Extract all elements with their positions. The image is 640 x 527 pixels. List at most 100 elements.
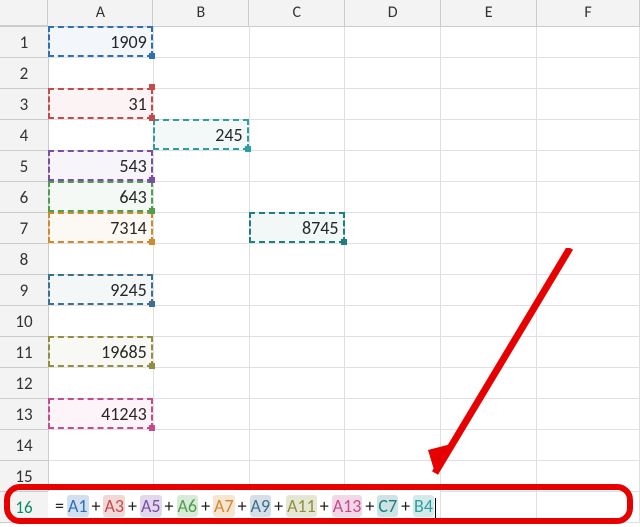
cell-D13[interactable] [345,399,441,430]
cell-B10[interactable] [154,306,250,337]
column-header-F[interactable]: F [537,0,640,26]
cell-B5[interactable] [154,151,250,182]
row-header-7[interactable]: 7 [0,213,49,244]
cell-D14[interactable] [345,430,441,461]
cell-C3[interactable] [250,89,346,120]
cell-A5[interactable]: 543 [49,151,154,182]
cell-E5[interactable] [441,151,537,182]
cell-C14[interactable] [250,430,346,461]
cell-E6[interactable] [441,182,537,213]
cell-A12[interactable] [49,368,154,399]
cell-B6[interactable] [154,182,250,213]
cell-D2[interactable] [345,58,441,89]
select-all-corner[interactable] [0,0,48,26]
cell-B15[interactable] [154,461,250,492]
cell-E15[interactable] [441,461,537,492]
cell-E3[interactable] [441,89,537,120]
cell-E10[interactable] [441,306,537,337]
cell-D10[interactable] [345,306,441,337]
cell-F6[interactable] [537,182,640,213]
row-header-2[interactable]: 2 [0,58,49,89]
cell-C12[interactable] [250,368,346,399]
cell-F7[interactable] [537,213,640,244]
cell-C8[interactable] [250,244,346,275]
cell-D11[interactable] [345,337,441,368]
cell-D7[interactable] [345,213,441,244]
cell-A4[interactable] [49,120,154,151]
cell-C2[interactable] [250,58,346,89]
column-header-B[interactable]: B [153,0,249,26]
cell-F4[interactable] [537,120,640,151]
row-header-4[interactable]: 4 [0,120,49,151]
cell-B3[interactable] [154,89,250,120]
cell-B8[interactable] [154,244,250,275]
cell-F14[interactable] [537,430,640,461]
cell-C9[interactable] [250,275,346,306]
cell-A14[interactable] [49,430,154,461]
cell-B1[interactable] [154,27,250,58]
cell-D8[interactable] [345,244,441,275]
row-header-5[interactable]: 5 [0,151,49,182]
row-header-14[interactable]: 14 [0,430,49,461]
cell-F13[interactable] [537,399,640,430]
row-header-15[interactable]: 15 [0,461,49,492]
cell-F16[interactable] [537,492,640,523]
column-header-C[interactable]: C [249,0,345,26]
cell-C13[interactable] [250,399,346,430]
column-header-D[interactable]: D [345,0,441,26]
cell-C5[interactable] [250,151,346,182]
cell-F2[interactable] [537,58,640,89]
row-header-3[interactable]: 3 [0,89,49,120]
cell-B14[interactable] [154,430,250,461]
cell-D6[interactable] [345,182,441,213]
cell-F1[interactable] [537,27,640,58]
cell-E11[interactable] [441,337,537,368]
cell-F15[interactable] [537,461,640,492]
cell-F5[interactable] [537,151,640,182]
cell-A3[interactable]: 31 [49,89,154,120]
row-header-9[interactable]: 9 [0,275,49,306]
cell-E13[interactable] [441,399,537,430]
cell-A15[interactable] [49,461,154,492]
cell-E9[interactable] [441,275,537,306]
cell-D12[interactable] [345,368,441,399]
cell-E12[interactable] [441,368,537,399]
cell-C4[interactable] [250,120,346,151]
cell-E1[interactable] [441,27,537,58]
row-header-16[interactable]: 16 [0,492,49,523]
cell-C7[interactable]: 8745 [250,213,346,244]
cell-E2[interactable] [441,58,537,89]
column-header-A[interactable]: A [48,0,153,26]
cell-B12[interactable] [154,368,250,399]
cell-B13[interactable] [154,399,250,430]
row-header-13[interactable]: 13 [0,399,49,430]
row-header-8[interactable]: 8 [0,244,49,275]
cell-F8[interactable] [537,244,640,275]
cell-C6[interactable] [250,182,346,213]
cell-E8[interactable] [441,244,537,275]
row-header-10[interactable]: 10 [0,306,49,337]
cell-C15[interactable] [250,461,346,492]
cell-D9[interactable] [345,275,441,306]
cell-F3[interactable] [537,89,640,120]
cell-A10[interactable] [49,306,154,337]
cell-C10[interactable] [250,306,346,337]
cell-E16[interactable] [441,492,537,523]
row-header-6[interactable]: 6 [0,182,49,213]
cell-D3[interactable] [345,89,441,120]
row-header-11[interactable]: 11 [0,337,49,368]
cell-F12[interactable] [537,368,640,399]
formula-edit-cell[interactable]: =A1+A3+A5+A6+A7+A9+A11+A13+C7+B4 [48,491,440,521]
cell-E14[interactable] [441,430,537,461]
cell-F10[interactable] [537,306,640,337]
cell-C11[interactable] [250,337,346,368]
cell-A13[interactable]: 41243 [49,399,154,430]
cell-A9[interactable]: 9245 [49,275,154,306]
cell-E7[interactable] [441,213,537,244]
cell-B4[interactable]: 245 [154,120,250,151]
cell-C1[interactable] [250,27,346,58]
cell-B7[interactable] [154,213,250,244]
cell-B11[interactable] [154,337,250,368]
cell-B9[interactable] [154,275,250,306]
cell-A7[interactable]: 7314 [49,213,154,244]
